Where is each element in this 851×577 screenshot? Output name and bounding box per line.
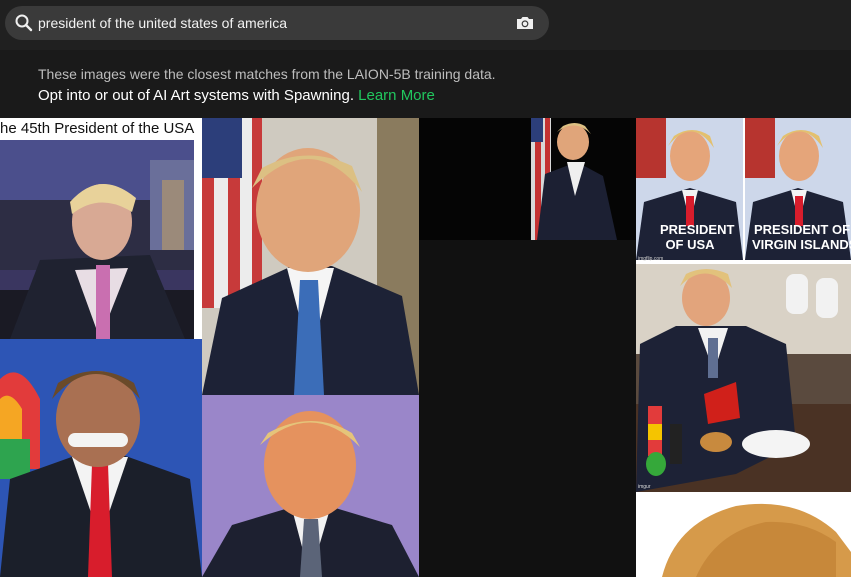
meme-caption-left: PRESIDENT OF USA	[660, 222, 735, 252]
result-image-7[interactable]: imgur	[636, 264, 851, 492]
image-results-grid: he 45th President of the USA PRESIDENT O…	[0, 118, 851, 577]
image-caption: he 45th President of the USA	[0, 120, 195, 137]
watermark: imgflip.com	[638, 256, 664, 262]
results-column-2	[202, 118, 419, 577]
meme-caption-left-line2: OF USA	[665, 237, 715, 252]
opt-out-text: Opt into or out of AI Art systems with S…	[38, 87, 435, 104]
meme-caption-right-line2: VIRGIN ISLANDS	[752, 237, 851, 252]
results-column-1: he 45th President of the USA	[0, 118, 202, 577]
result-image-5[interactable]	[419, 118, 636, 240]
search-input[interactable]	[38, 6, 508, 40]
learn-more-link[interactable]: Learn More	[358, 87, 435, 104]
top-bar	[0, 0, 851, 50]
empty-slot	[419, 240, 636, 577]
result-image-6[interactable]: PRESIDENT OF USA PRESIDENT OF VIRGIN ISL…	[636, 118, 851, 264]
search-box[interactable]	[5, 6, 549, 40]
result-image-3[interactable]	[202, 118, 419, 395]
result-image-2[interactable]	[0, 339, 202, 577]
notice-text: These images were the closest matches fr…	[38, 66, 496, 82]
results-column-4: PRESIDENT OF USA PRESIDENT OF VIRGIN ISL…	[636, 118, 851, 577]
laion-notice: These images were the closest matches fr…	[0, 50, 851, 118]
camera-icon[interactable]	[515, 13, 535, 33]
result-image-1[interactable]: he 45th President of the USA	[0, 118, 202, 339]
meme-caption-right-line1: PRESIDENT OF	[753, 222, 851, 237]
watermark: imgur	[638, 484, 651, 490]
results-column-3	[419, 118, 636, 577]
result-image-4[interactable]	[202, 395, 419, 577]
meme-caption-right: PRESIDENT OF VIRGIN ISLANDS	[752, 222, 851, 252]
result-image-8[interactable]	[636, 492, 851, 577]
search-icon[interactable]	[14, 13, 34, 33]
meme-caption-left-line1: PRESIDENT	[660, 222, 735, 237]
opt-out-label: Opt into or out of AI Art systems with S…	[38, 87, 354, 104]
